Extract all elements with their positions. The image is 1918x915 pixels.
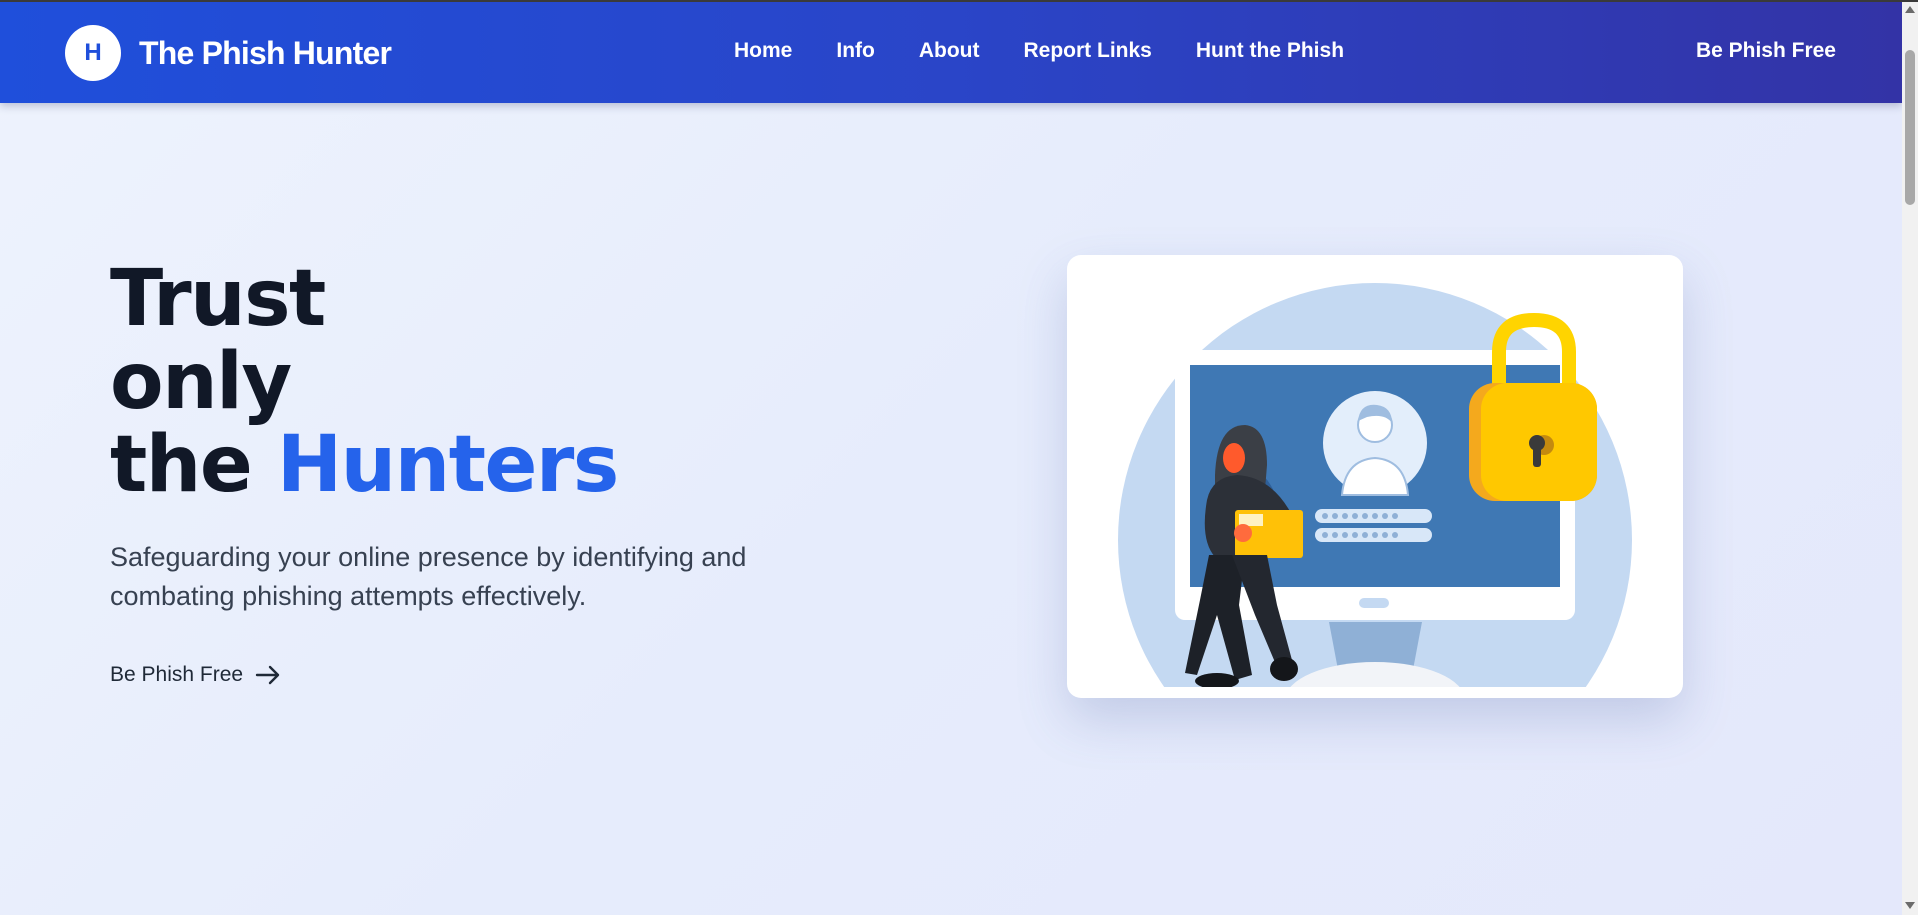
scrollbar-thumb[interactable] <box>1905 50 1915 205</box>
headline-accent: Hunters <box>276 420 619 510</box>
vertical-scrollbar[interactable] <box>1902 0 1918 915</box>
headline-line-1: Trust <box>110 254 326 344</box>
hacker-shoe-right <box>1270 657 1298 681</box>
main-nav: Home Info About Report Links Hunt the Ph… <box>734 39 1388 63</box>
brand-name: The Phish Hunter <box>139 34 392 71</box>
nav-home[interactable]: Home <box>734 39 792 63</box>
hacker-hand <box>1234 524 1252 542</box>
hero-cta-label: Be Phish Free <box>110 663 244 686</box>
hero-subtitle: Safeguarding your online presence by ide… <box>110 542 747 611</box>
scroll-up-arrow-icon[interactable] <box>1905 6 1915 13</box>
nav-hunt-the-phish[interactable]: Hunt the Phish <box>1196 39 1344 63</box>
hero-cta-link[interactable]: Be Phish Free <box>110 663 281 687</box>
hacker-lock-computer-illustration <box>1118 283 1632 687</box>
window-top-border <box>0 0 1918 2</box>
headline-prefix: the <box>110 420 253 510</box>
header-cta-link[interactable]: Be Phish Free <box>1696 39 1836 63</box>
nav-info[interactable]: Info <box>836 39 874 63</box>
hacker-shoe-left <box>1195 673 1239 687</box>
headline-line-3: the Hunters <box>110 424 619 507</box>
brand-logo[interactable]: H The Phish Hunter <box>65 25 392 81</box>
hero-illustration-card <box>1067 255 1683 698</box>
site-header: H The Phish Hunter Home Info About Repor… <box>0 2 1902 103</box>
nav-report-links[interactable]: Report Links <box>1024 39 1152 63</box>
arrow-right-icon <box>255 665 280 685</box>
nav-about[interactable]: About <box>919 39 980 63</box>
hacker-face <box>1223 443 1245 473</box>
monitor-button <box>1359 598 1389 608</box>
logo-badge: H <box>65 25 121 81</box>
headline-line-2: only <box>110 337 292 427</box>
hero-headline: Trust only the Hunters <box>110 254 619 507</box>
scroll-down-arrow-icon[interactable] <box>1905 902 1915 909</box>
